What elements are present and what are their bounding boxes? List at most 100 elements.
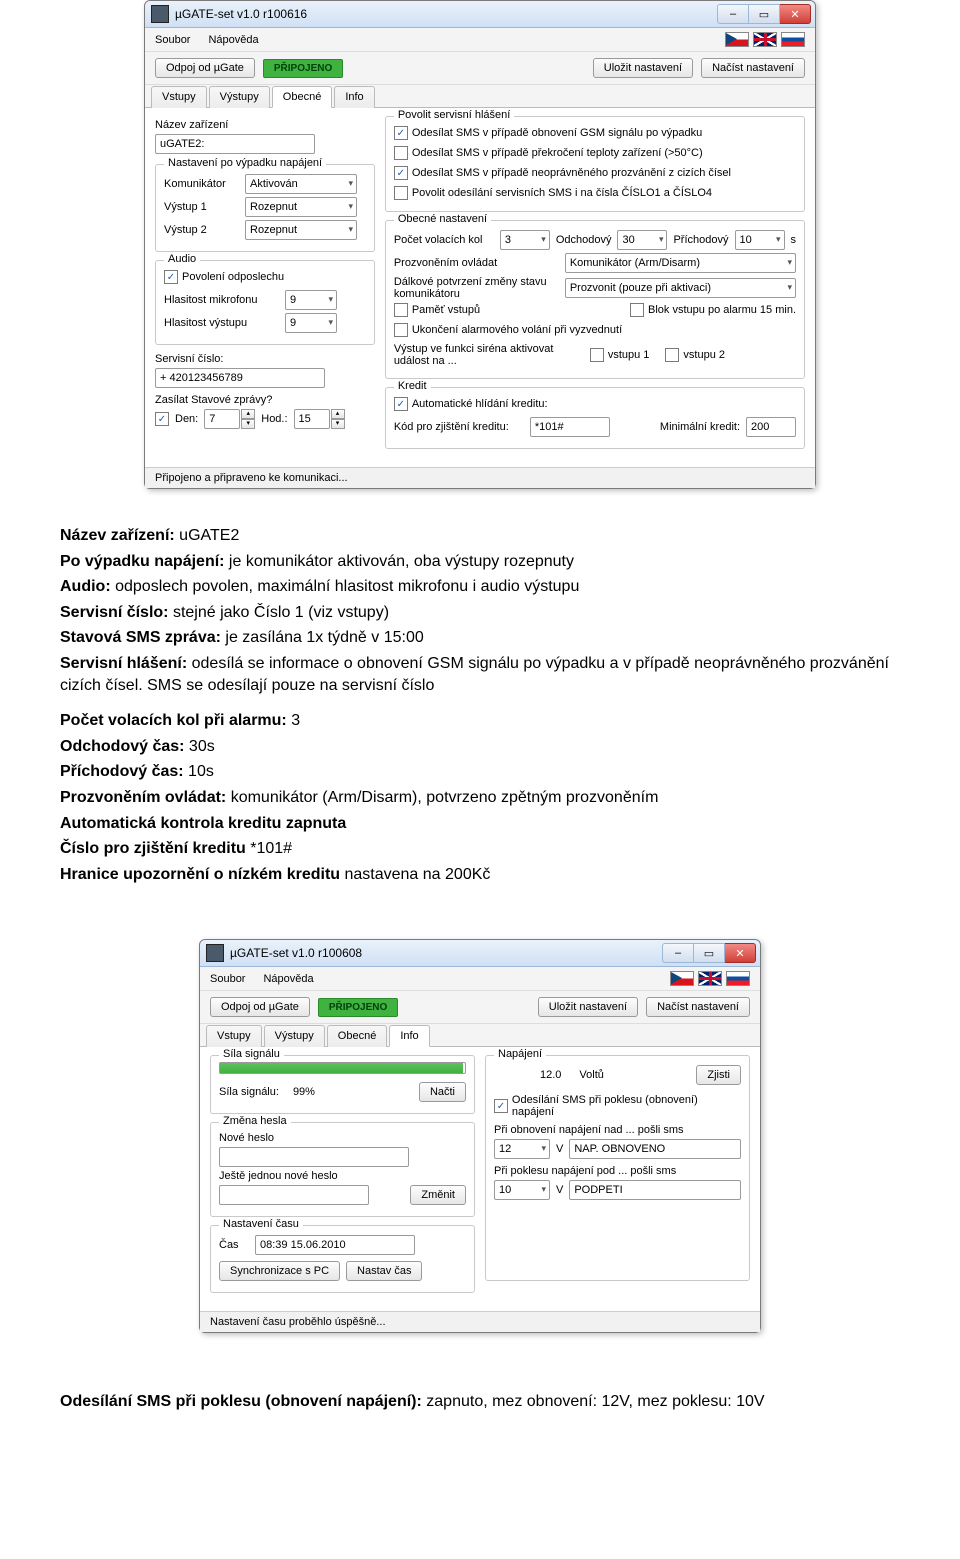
status-reports-label: Zasílat Stavové zprávy? — [155, 394, 272, 406]
spin-up-icon[interactable]: ▴ — [241, 409, 255, 419]
new-pwd-input[interactable] — [219, 1147, 409, 1167]
tab-info[interactable]: Info — [334, 86, 374, 108]
disconnect-button[interactable]: Odpoj od µGate — [210, 997, 310, 1017]
titlebar[interactable]: µGATE-set v1.0 r100616 – ▭ ✕ — [145, 1, 815, 28]
maximize-button[interactable]: ▭ — [749, 4, 780, 24]
day-spinner[interactable]: 7 ▴▾ — [204, 409, 255, 429]
out-vol-select[interactable]: 9 — [285, 313, 337, 333]
spin-down-icon[interactable]: ▾ — [241, 419, 255, 429]
t1-name-value: uGATE2 — [175, 527, 240, 544]
alert-ring-checkbox[interactable]: ✓ — [394, 166, 408, 180]
save-button[interactable]: Uložit nastavení — [538, 997, 638, 1017]
signal-label: Síla signálu: — [219, 1086, 279, 1098]
alert-temp-label: Odesílat SMS v případě překročení teplot… — [412, 147, 703, 159]
tab-obecne[interactable]: Obecné — [327, 1025, 388, 1047]
ring-control-select[interactable]: Komunikátor (Arm/Disarm) — [565, 253, 796, 273]
menu-file[interactable]: Soubor — [210, 973, 245, 985]
power-above-sms-input[interactable]: NAP. OBNOVENO — [569, 1139, 741, 1159]
flag-sk-icon[interactable] — [726, 971, 750, 986]
remote-confirm-select[interactable]: Prozvonit (pouze při aktivaci) — [565, 278, 796, 298]
titlebar[interactable]: µGATE-set v1.0 r100608 – ▭ ✕ — [200, 940, 760, 967]
tab-vstupy[interactable]: Vstupy — [151, 86, 207, 108]
flag-cz-icon[interactable] — [725, 32, 749, 47]
connection-badge: PŘIPOJENO — [263, 59, 343, 78]
tab-vystupy[interactable]: Výstupy — [264, 1025, 325, 1047]
calls-select[interactable]: 3 — [500, 230, 550, 250]
day-label: Den: — [175, 413, 198, 425]
menu-help[interactable]: Nápověda — [208, 34, 258, 46]
t1-service-value: stejné jako Číslo 1 (viz vstupy) — [169, 604, 390, 621]
change-pwd-button[interactable]: Změnit — [410, 1185, 466, 1205]
measure-button[interactable]: Zjisti — [696, 1065, 741, 1085]
alert-temp-checkbox[interactable] — [394, 146, 408, 160]
again-pwd-input[interactable] — [219, 1185, 369, 1205]
app-icon — [206, 944, 224, 962]
flag-cz-icon[interactable] — [670, 971, 694, 986]
service-number-label: Servisní číslo: — [155, 353, 223, 365]
alert-numbers-checkbox[interactable] — [394, 186, 408, 200]
spin-down-icon[interactable]: ▾ — [331, 419, 345, 429]
tab-vystupy[interactable]: Výstupy — [209, 86, 270, 108]
end-alarm-call-checkbox[interactable] — [394, 323, 408, 337]
send-sms-power-checkbox[interactable]: ✓ — [494, 1099, 508, 1113]
power-above-select[interactable]: 12 — [494, 1139, 550, 1159]
load-button[interactable]: Načíst nastavení — [701, 58, 805, 78]
set-time-button[interactable]: Nastav čas — [346, 1261, 422, 1281]
power-above-label: Při obnovení napájení nad ... pošli sms — [494, 1124, 684, 1136]
flag-sk-icon[interactable] — [781, 32, 805, 47]
out2-select[interactable]: Rozepnut — [245, 220, 357, 240]
tab-obecne[interactable]: Obecné — [272, 86, 333, 108]
flag-uk-icon[interactable] — [698, 971, 722, 986]
mic-vol-select[interactable]: 9 — [285, 290, 337, 310]
auto-credit-label: Automatické hlídání kreditu: — [412, 398, 548, 410]
siren-in2-checkbox[interactable] — [665, 348, 679, 362]
siren-in1-checkbox[interactable] — [590, 348, 604, 362]
menu-file[interactable]: Soubor — [155, 34, 190, 46]
hour-spinner[interactable]: 15 ▴▾ — [294, 409, 345, 429]
clock-label: Čas — [219, 1239, 249, 1251]
close-button[interactable]: ✕ — [780, 4, 811, 24]
alert-gsm-label: Odesílat SMS v případě obnovení GSM sign… — [412, 127, 702, 139]
power-below-sms-input[interactable]: PODPETI — [569, 1180, 741, 1200]
maximize-button[interactable]: ▭ — [694, 943, 725, 963]
clock-input[interactable]: 08:39 15.06.2010 — [255, 1235, 415, 1255]
minimize-button[interactable]: – — [662, 943, 694, 963]
menu-help[interactable]: Nápověda — [263, 973, 313, 985]
app-window-obecne: µGATE-set v1.0 r100616 – ▭ ✕ Soubor Nápo… — [144, 0, 816, 489]
t1-leave-value: 30s — [184, 738, 214, 755]
min-credit-input[interactable]: 200 — [746, 417, 796, 437]
mem-inputs-checkbox[interactable] — [394, 303, 408, 317]
leave-label: Odchodový — [556, 234, 612, 246]
status-reports-checkbox[interactable]: ✓ — [155, 412, 169, 426]
komunikator-select[interactable]: Aktivován — [245, 174, 357, 194]
listen-checkbox[interactable]: ✓ — [164, 270, 178, 284]
flag-uk-icon[interactable] — [753, 32, 777, 47]
disconnect-button[interactable]: Odpoj od µGate — [155, 58, 255, 78]
sync-pc-button[interactable]: Synchronizace s PC — [219, 1261, 340, 1281]
credit-code-input[interactable]: *101# — [530, 417, 610, 437]
out1-select[interactable]: Rozepnut — [245, 197, 357, 217]
arrive-select[interactable]: 10 — [735, 230, 785, 250]
device-name-input[interactable]: uGATE2: — [155, 134, 315, 154]
voltage-unit: Voltů — [579, 1069, 603, 1081]
calls-label: Počet volacích kol — [394, 234, 494, 246]
block-input-checkbox[interactable] — [630, 303, 644, 317]
leave-select[interactable]: 30 — [617, 230, 667, 250]
power-below-select[interactable]: 10 — [494, 1180, 550, 1200]
out1-label: Výstup 1 — [164, 201, 239, 213]
minimize-button[interactable]: – — [717, 4, 749, 24]
t1-mincredit-value: nastavena na 200Kč — [340, 866, 490, 883]
tab-vstupy[interactable]: Vstupy — [206, 1025, 262, 1047]
spin-up-icon[interactable]: ▴ — [331, 409, 345, 419]
service-number-input[interactable]: + 420123456789 — [155, 368, 325, 388]
close-button[interactable]: ✕ — [725, 943, 756, 963]
voltage-value: 12.0 — [540, 1069, 561, 1081]
save-button[interactable]: Uložit nastavení — [593, 58, 693, 78]
alert-gsm-checkbox[interactable]: ✓ — [394, 126, 408, 140]
audio-legend: Audio — [164, 253, 200, 265]
load-button[interactable]: Načíst nastavení — [646, 997, 750, 1017]
auto-credit-checkbox[interactable]: ✓ — [394, 397, 408, 411]
tab-info[interactable]: Info — [389, 1025, 429, 1047]
t1-power-value: je komunikátor aktivován, oba výstupy ro… — [224, 553, 574, 570]
signal-read-button[interactable]: Načti — [419, 1082, 466, 1102]
